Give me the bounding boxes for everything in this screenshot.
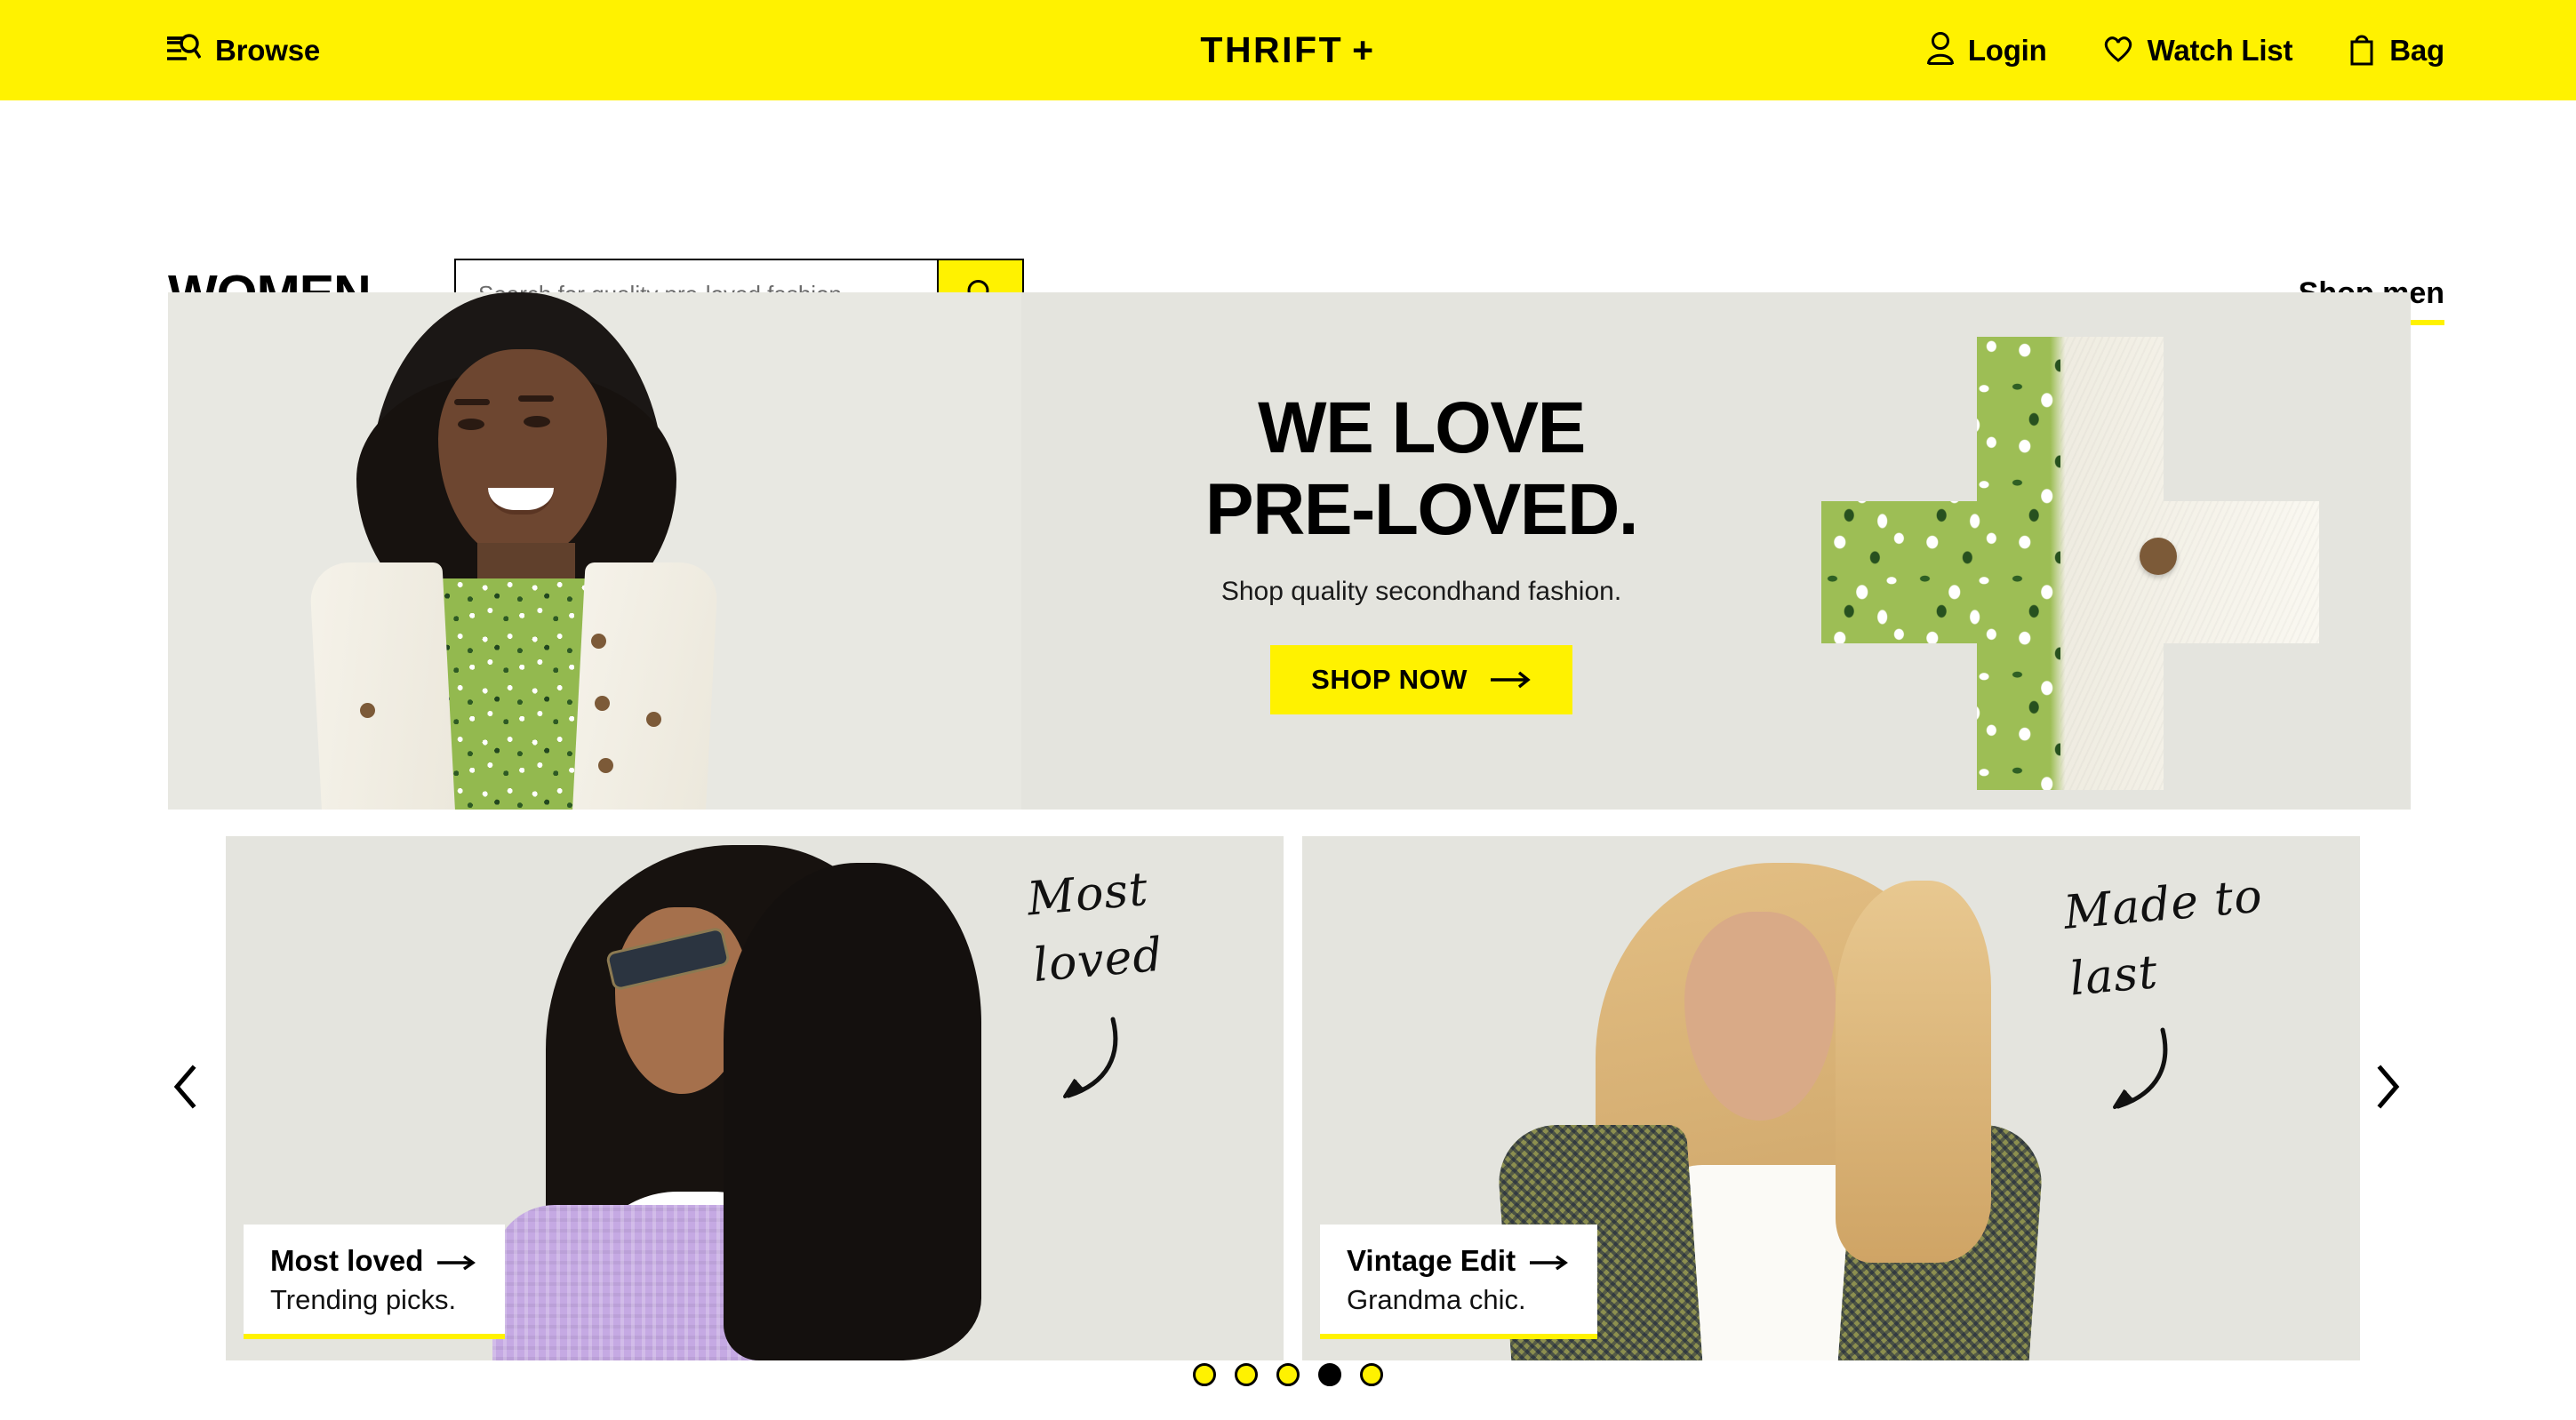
card-script-line1: Most xyxy=(1025,862,1151,927)
shop-now-button[interactable]: SHOP NOW xyxy=(1270,645,1572,715)
card-label-title-row: Most loved xyxy=(270,1244,476,1278)
hero-fabric-plus-graphic xyxy=(1821,337,2319,790)
hero-model-image xyxy=(168,292,1021,810)
shop-now-label: SHOP NOW xyxy=(1311,664,1468,696)
carousel-dot-2[interactable] xyxy=(1235,1363,1258,1386)
chevron-left-icon xyxy=(172,1064,202,1113)
top-nav-actions: Login Watch List Bag xyxy=(1926,0,2444,100)
card-script-line2: loved xyxy=(1030,928,1165,993)
card-label-title: Most loved xyxy=(270,1243,424,1277)
fabric-button-icon xyxy=(2140,538,2177,575)
hero-model-illustration xyxy=(264,292,762,810)
hero-banner: WE LOVE PRE-LOVED. Shop quality secondha… xyxy=(168,292,2411,810)
page-root: Browse THRIFT + Login Watch List Bag Sea… xyxy=(0,0,2576,1420)
brand-logo-plus-icon: + xyxy=(1352,29,1376,70)
carousel-card-vintage-edit[interactable]: Made to last Vintage Edit Grandma chic. xyxy=(1302,836,2360,1360)
top-navigation-bar: Browse THRIFT + Login Watch List Bag xyxy=(0,0,2576,100)
sub-header: WOMEN Shop men xyxy=(0,100,2576,330)
user-icon xyxy=(1926,31,1955,69)
carousel-dot-3[interactable] xyxy=(1276,1363,1300,1386)
hero-copy: WE LOVE PRE-LOVED. Shop quality secondha… xyxy=(1021,292,1821,810)
curved-arrow-icon xyxy=(1044,1014,1141,1116)
arrow-right-icon xyxy=(437,1244,476,1278)
carousel-dot-5[interactable] xyxy=(1360,1363,1383,1386)
carousel-card-most-loved[interactable]: Most loved Most loved Trending picks. xyxy=(226,836,1284,1360)
login-label: Login xyxy=(1967,34,2047,67)
carousel-prev-button[interactable] xyxy=(156,1057,218,1120)
card-label-title-row: Vintage Edit xyxy=(1347,1244,1569,1278)
shopping-bag-icon xyxy=(2348,30,2376,70)
card-label-subtitle: Trending picks. xyxy=(270,1283,457,1315)
card-label-title: Vintage Edit xyxy=(1347,1243,1516,1277)
bag-label: Bag xyxy=(2389,34,2444,67)
watch-list-label: Watch List xyxy=(2147,34,2293,67)
card-script-annotation: Made to last xyxy=(2061,864,2271,1015)
carousel-dot-4[interactable] xyxy=(1318,1363,1341,1386)
login-button[interactable]: Login xyxy=(1926,31,2047,69)
brand-logo-text: THRIFT xyxy=(1200,29,1344,70)
browse-label: Browse xyxy=(215,34,321,67)
hero-heading-line2: PRE-LOVED. xyxy=(1204,468,1639,550)
card-label-vintage-edit[interactable]: Vintage Edit Grandma chic. xyxy=(1320,1224,1598,1339)
carousel-pagination-dots xyxy=(0,1363,2576,1386)
watch-list-button[interactable]: Watch List xyxy=(2102,33,2293,68)
curved-arrow-icon xyxy=(2093,1025,2191,1127)
card-script-annotation: Most loved xyxy=(1025,856,1166,1001)
bag-button[interactable]: Bag xyxy=(2348,30,2444,70)
arrow-right-icon xyxy=(1530,1244,1569,1278)
hero-subheading: Shop quality secondhand fashion. xyxy=(1220,577,1622,607)
carousel-dot-1[interactable] xyxy=(1193,1363,1216,1386)
brand-logo[interactable]: THRIFT + xyxy=(1200,29,1375,71)
card-label-most-loved[interactable]: Most loved Trending picks. xyxy=(244,1224,506,1339)
browse-button[interactable]: Browse xyxy=(165,32,320,68)
hero-heading-line1: WE LOVE xyxy=(1258,387,1586,468)
heart-icon xyxy=(2102,33,2134,68)
arrow-right-icon xyxy=(1490,664,1532,696)
category-carousel: Most loved Most loved Trending picks. Ma… xyxy=(0,836,2576,1360)
chevron-right-icon xyxy=(2372,1064,2402,1113)
carousel-next-button[interactable] xyxy=(2356,1057,2418,1120)
card-label-subtitle: Grandma chic. xyxy=(1347,1283,1526,1315)
browse-lines-search-icon xyxy=(165,32,202,68)
